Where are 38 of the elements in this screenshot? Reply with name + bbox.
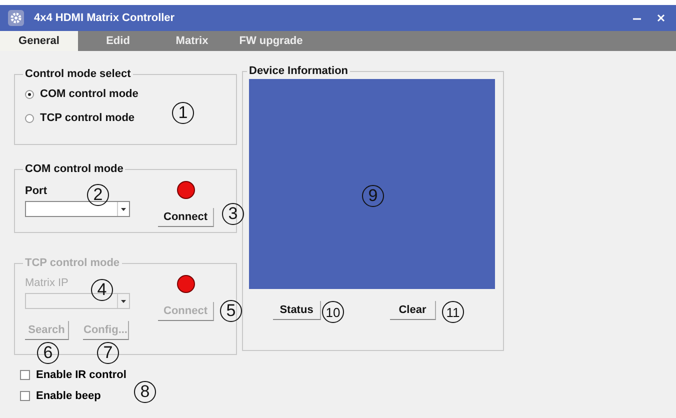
radio-label: TCP control mode <box>40 112 135 124</box>
group-title: COM control mode <box>24 163 124 175</box>
callout-number: 7 <box>97 342 119 364</box>
tab[interactable]: Matrix <box>158 31 226 51</box>
field-label: Matrix IP <box>25 277 68 289</box>
callout-number: 9 <box>362 185 384 207</box>
callout-number: 2 <box>87 184 109 206</box>
tab[interactable]: General <box>0 31 78 51</box>
callout-number: 4 <box>91 279 113 301</box>
status-button[interactable]: Status <box>273 301 321 320</box>
connect-button[interactable]: Connect <box>158 208 214 227</box>
close-icon <box>657 14 665 22</box>
radio-button[interactable] <box>25 90 34 98</box>
radio-button[interactable] <box>25 114 34 122</box>
callout-number: 11 <box>442 301 464 323</box>
dropdown-arrow-icon <box>121 208 126 210</box>
tab[interactable]: Edid <box>78 31 158 51</box>
dropdown-arrow-icon <box>121 300 126 302</box>
checkbox[interactable] <box>20 370 30 380</box>
callout-number: 1 <box>172 102 194 124</box>
checkbox-label: Enable IR control <box>36 369 126 381</box>
clear-button[interactable]: Clear <box>390 301 436 320</box>
callout-number: 5 <box>220 300 242 322</box>
callout-number: 3 <box>222 203 244 225</box>
checkbox-label: Enable beep <box>36 390 101 402</box>
group-title: TCP control mode <box>24 257 121 269</box>
tab[interactable]: FW upgrade <box>226 31 316 51</box>
dropdown-field[interactable] <box>25 201 130 217</box>
group-title: Control mode select <box>24 68 132 80</box>
radio-label: COM control mode <box>40 88 138 100</box>
checkbox[interactable] <box>20 391 30 401</box>
callout-number: 10 <box>322 301 344 323</box>
field-label: Port <box>25 185 47 197</box>
gear-icon <box>8 10 24 26</box>
callout-number: 8 <box>134 381 156 403</box>
window-title: 4x4 HDMI Matrix Controller <box>34 12 176 24</box>
callout-number: 6 <box>37 342 59 364</box>
group-title: Device Information <box>248 65 350 77</box>
